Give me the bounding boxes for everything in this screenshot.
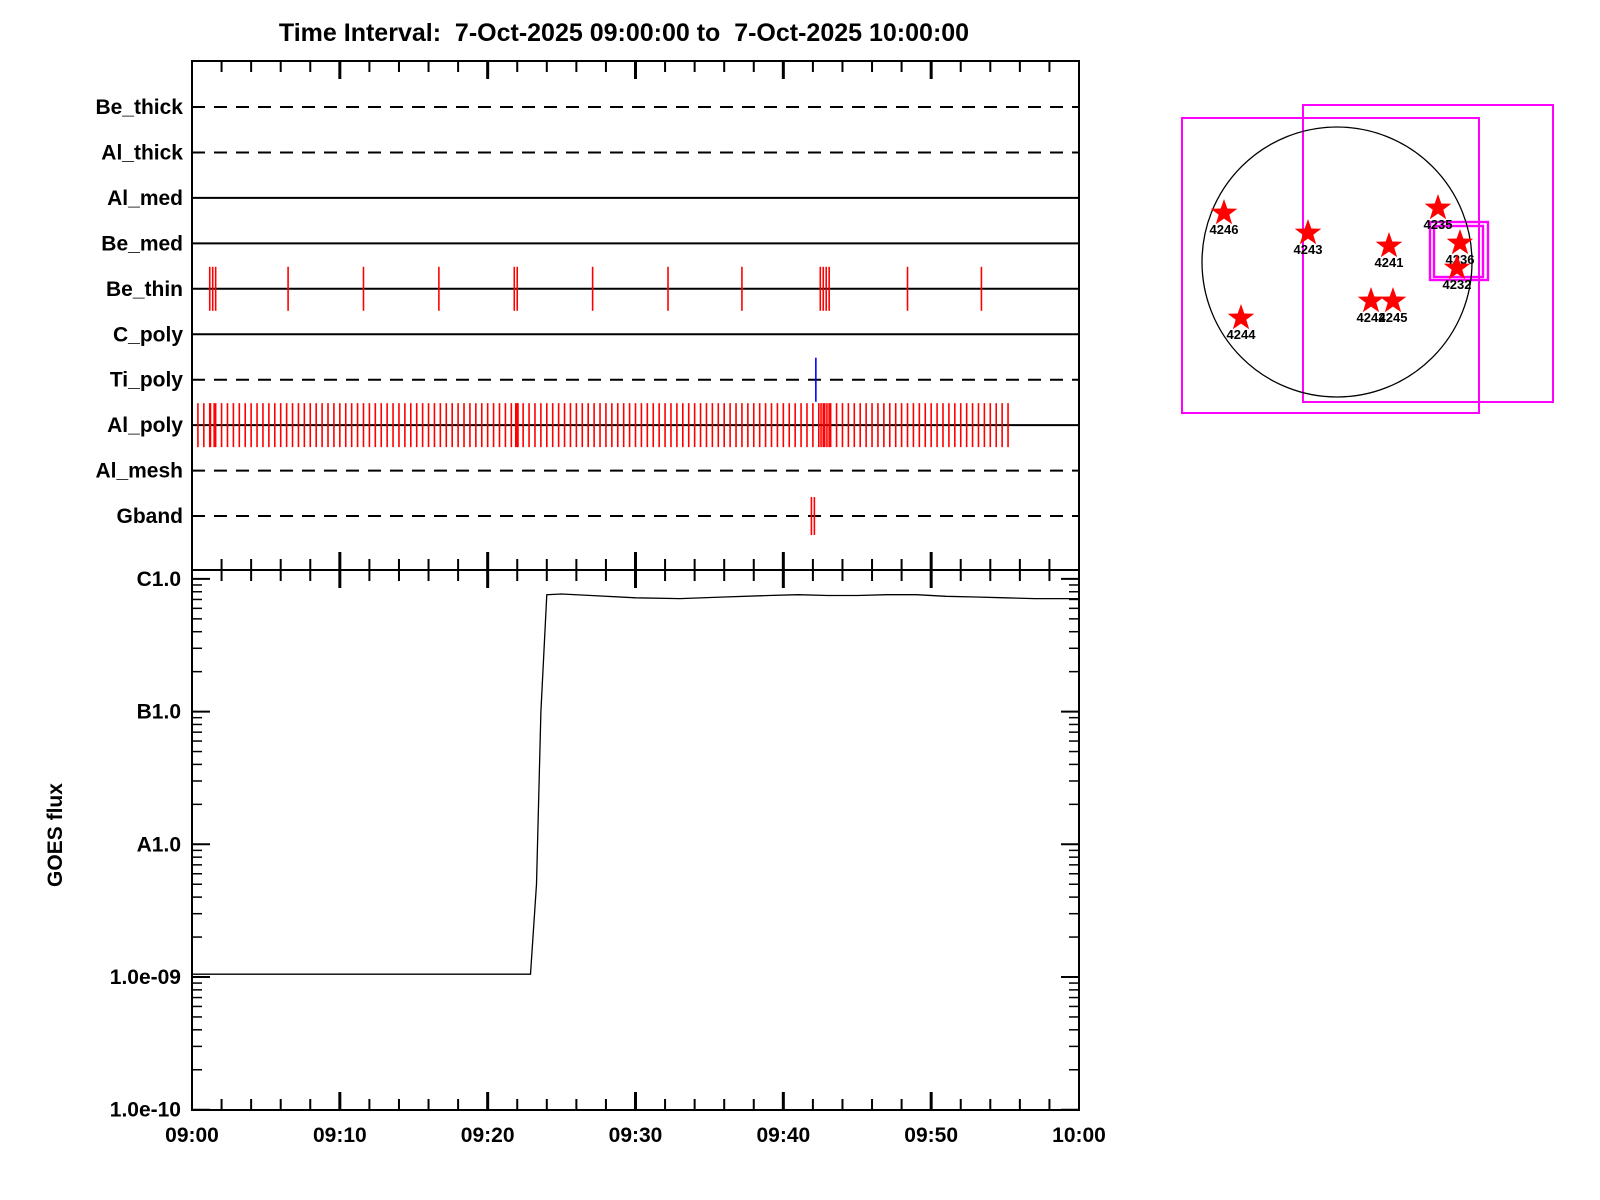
filter-label-Al_mesh: Al_mesh xyxy=(95,460,183,483)
filter-row-Be_med: Be_med xyxy=(101,232,1079,255)
screenshot-root: Time Interval: 7-Oct-2025 09:00:00 to 7-… xyxy=(0,0,1600,1200)
y-tick-label: A1.0 xyxy=(137,833,181,856)
filter-label-Ti_poly: Ti_poly xyxy=(110,369,183,392)
goes-flux-chart: C1.0 B1.0 A1.0 1.0e-09 1.0e-1009:00 09:10 09:2… xyxy=(110,568,1106,1147)
y-tick-label: B1.0 xyxy=(137,701,181,724)
filter-row-Ti_poly: Ti_poly xyxy=(110,357,1079,402)
generated-charts: Be_thick Al_thick Al_med Be_med Be_thin C_pol… xyxy=(95,60,1554,1147)
x-tick-label: 09:00 xyxy=(165,1124,219,1147)
filter-row-Al_thick: Al_thick xyxy=(101,141,1079,164)
filter-timeline-chart: Be_thick Al_thick Al_med Be_med Be_thin C_pol… xyxy=(95,60,1080,571)
active-region-star xyxy=(1379,287,1407,313)
solar-limb xyxy=(1201,126,1473,398)
active-region-4236: 4236 xyxy=(1446,229,1474,267)
y-tick-label: 1.0e-09 xyxy=(110,966,181,989)
solar-disk-map: 4246424342354241 42364232424442424245 xyxy=(1181,104,1554,414)
x-tick-label: 10:00 xyxy=(1052,1124,1106,1147)
filter-label-Al_thick: Al_thick xyxy=(101,141,183,164)
active-region-label: 4235 xyxy=(1424,217,1453,232)
active-region-label: 4232 xyxy=(1443,277,1472,292)
x-tick-label: 09:30 xyxy=(609,1124,663,1147)
filter-label-Be_thick: Be_thick xyxy=(95,96,183,119)
goes-flux-axis-label: GOES flux xyxy=(44,783,67,887)
filter-label-Al_med: Al_med xyxy=(107,187,183,210)
active-region-star xyxy=(1375,232,1403,258)
active-region-label: 4246 xyxy=(1210,222,1239,237)
filter-row-Gband: Gband xyxy=(117,497,1079,536)
active-region-4241: 4241 xyxy=(1375,232,1404,270)
goes-flux-curve xyxy=(192,593,1079,975)
page-title: Time Interval: 7-Oct-2025 09:00:00 to 7-… xyxy=(279,19,969,47)
active-region-4245: 4245 xyxy=(1379,287,1408,325)
active-region-4243: 4243 xyxy=(1294,219,1323,257)
filter-row-Al_poly: Al_poly xyxy=(107,403,1079,448)
x-tick-label: 09:40 xyxy=(756,1124,810,1147)
active-region-star xyxy=(1294,219,1322,245)
plots-canvas: Time Interval: 7-Oct-2025 09:00:00 to 7-… xyxy=(44,19,1554,1147)
active-region-label: 4241 xyxy=(1375,255,1404,270)
filter-label-Be_med: Be_med xyxy=(101,232,183,255)
filter-row-C_poly: C_poly xyxy=(113,323,1079,346)
active-region-star xyxy=(1210,199,1238,225)
y-tick-label: C1.0 xyxy=(137,568,181,591)
active-region-4246: 4246 xyxy=(1210,199,1239,237)
x-tick-label: 09:20 xyxy=(461,1124,515,1147)
active-region-star xyxy=(1227,304,1255,330)
goes-frame xyxy=(191,569,1080,1111)
active-region-star xyxy=(1424,194,1452,220)
active-region-4244: 4244 xyxy=(1227,304,1257,342)
active-region-star xyxy=(1357,287,1385,313)
filter-row-Al_med: Al_med xyxy=(107,187,1079,210)
y-tick-label: 1.0e-10 xyxy=(110,1099,181,1122)
filter-label-C_poly: C_poly xyxy=(113,323,183,346)
filter-row-Al_mesh: Al_mesh xyxy=(95,460,1079,483)
active-region-label: 4243 xyxy=(1294,242,1323,257)
timeline-frame xyxy=(191,60,1080,571)
filter-row-Be_thin: Be_thin xyxy=(106,266,1079,311)
filter-row-Be_thick: Be_thick xyxy=(95,96,1079,119)
fov-box-2 xyxy=(1302,104,1554,403)
x-tick-label: 09:10 xyxy=(313,1124,367,1147)
filter-label-Al_poly: Al_poly xyxy=(107,414,183,437)
active-region-label: 4244 xyxy=(1227,327,1257,342)
active-region-4235: 4235 xyxy=(1424,194,1453,232)
filter-label-Gband: Gband xyxy=(117,505,184,528)
goes-y-axis: C1.0 B1.0 A1.0 1.0e-09 1.0e-10 xyxy=(110,568,1078,1122)
active-region-label: 4245 xyxy=(1379,310,1408,325)
filter-label-Be_thin: Be_thin xyxy=(106,278,183,301)
x-tick-label: 09:50 xyxy=(904,1124,958,1147)
